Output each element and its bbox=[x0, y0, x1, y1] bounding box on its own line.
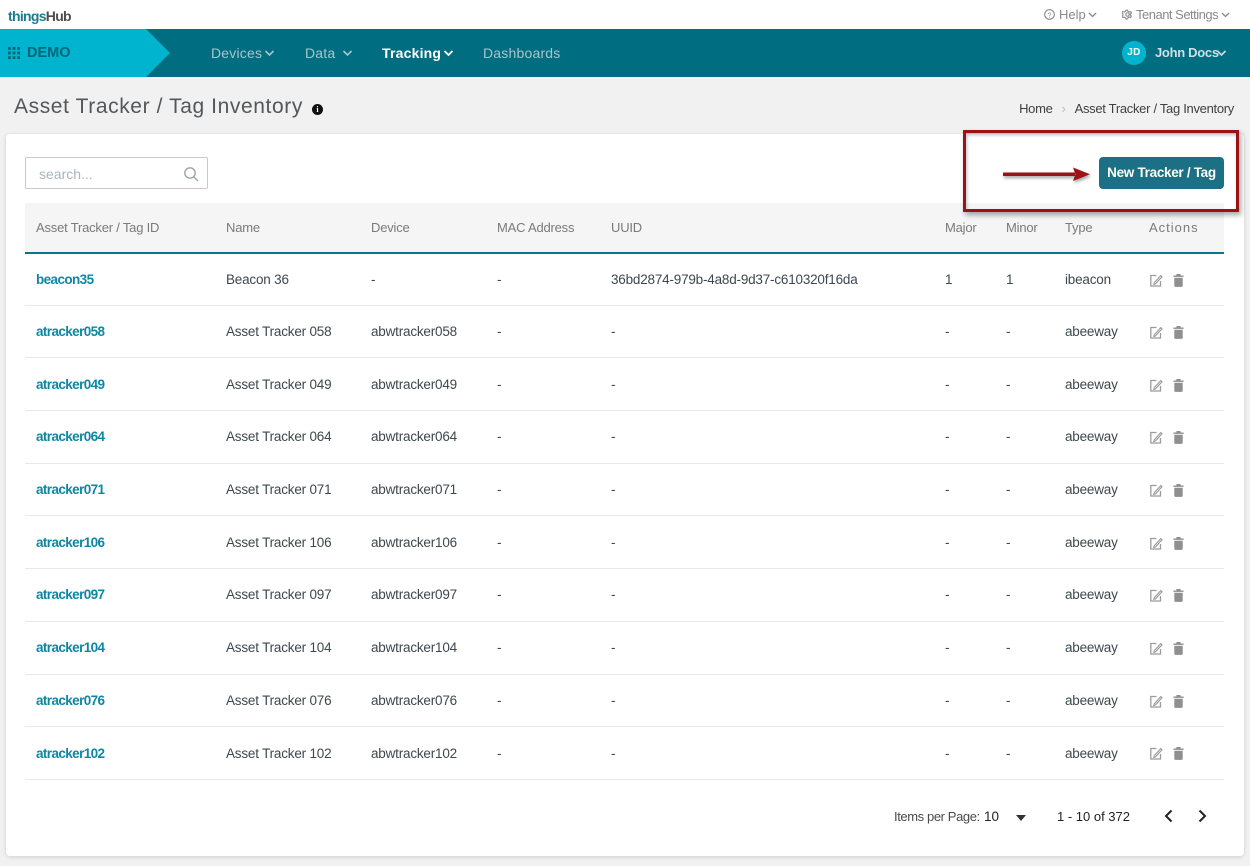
svg-text:?: ? bbox=[1048, 12, 1052, 19]
